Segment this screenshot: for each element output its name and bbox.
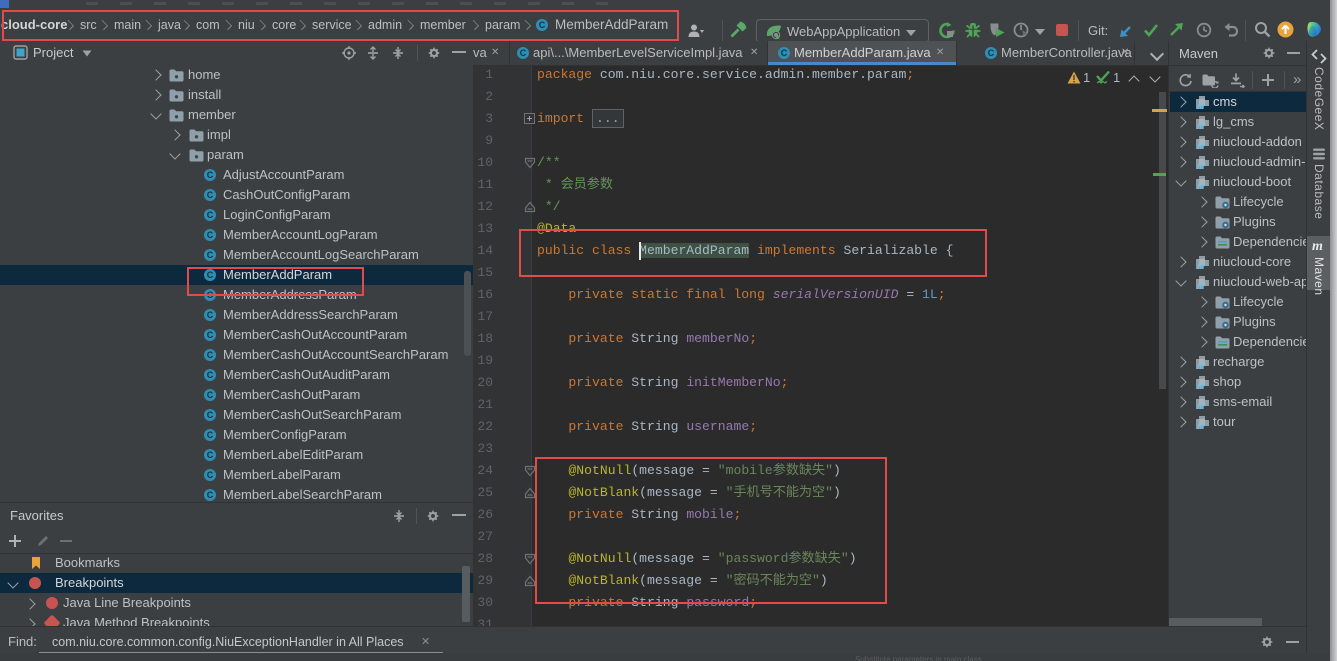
- svg-text:m: m: [1197, 162, 1204, 170]
- svg-text:m: m: [1197, 422, 1204, 430]
- svg-text:m: m: [1197, 122, 1204, 130]
- svg-text:m: m: [1197, 362, 1204, 370]
- svg-text:m: m: [1197, 382, 1204, 390]
- svg-text:m: m: [1197, 182, 1204, 190]
- svg-text:m: m: [1197, 282, 1204, 290]
- svg-text:m: m: [1197, 262, 1204, 270]
- svg-text:m: m: [1197, 102, 1204, 110]
- svg-text:m: m: [1197, 402, 1204, 410]
- svg-text:m: m: [1197, 142, 1204, 150]
